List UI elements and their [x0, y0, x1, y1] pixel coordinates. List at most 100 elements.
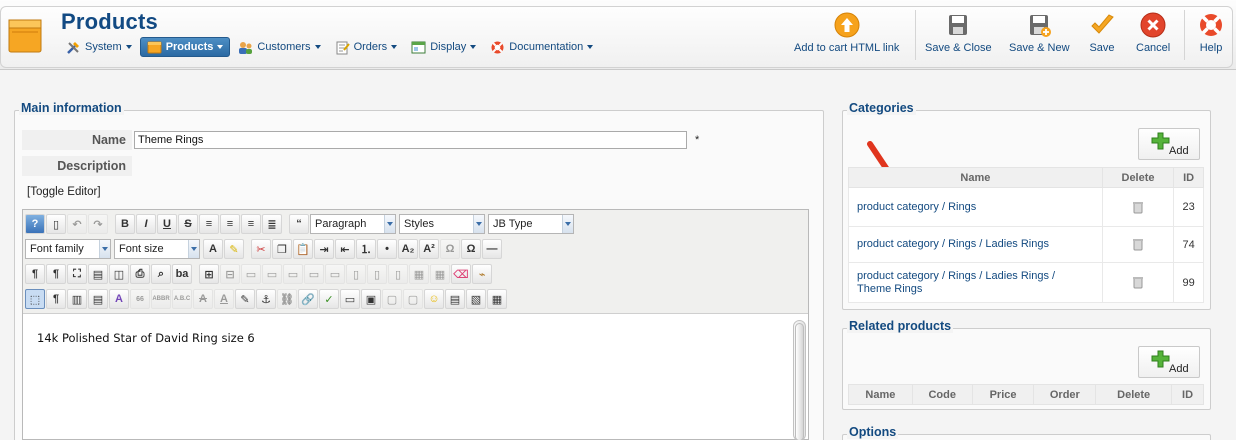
styleprops-icon[interactable]: A: [109, 289, 129, 309]
row-after-icon[interactable]: ▭: [304, 264, 324, 284]
new-document-icon[interactable]: ▯: [46, 214, 66, 234]
blockquote-icon[interactable]: “: [289, 214, 309, 234]
replace-icon[interactable]: ba: [172, 264, 192, 284]
bullet-list-icon[interactable]: •: [377, 239, 397, 259]
cite-icon[interactable]: 66: [130, 289, 150, 309]
align-left-icon[interactable]: ≡: [199, 214, 219, 234]
toggle-editor-link[interactable]: [Toggle Editor]: [27, 186, 101, 198]
text-color-icon[interactable]: A: [203, 239, 223, 259]
outdent-icon[interactable]: ⇤: [335, 239, 355, 259]
col-after-icon[interactable]: ▯: [367, 264, 387, 284]
media-icon[interactable]: ▢: [403, 289, 423, 309]
ins-icon[interactable]: A: [214, 289, 234, 309]
search-binoculars-icon[interactable]: ⌕: [151, 264, 171, 284]
row-props-icon[interactable]: ▭: [241, 264, 261, 284]
redo-icon[interactable]: ↷: [88, 214, 108, 234]
type-select[interactable]: JB Type: [488, 214, 574, 234]
row-before-icon[interactable]: ▭: [283, 264, 303, 284]
save-close-button[interactable]: Save & Close: [925, 12, 992, 54]
fullscreen-icon[interactable]: ⛶: [67, 264, 87, 284]
iframe-icon[interactable]: ▣: [361, 289, 381, 309]
indent-icon[interactable]: ⇥: [314, 239, 334, 259]
category-link[interactable]: product category / Rings / Ladies Rings: [849, 238, 1102, 251]
insert-table-icon[interactable]: ⊞: [199, 264, 219, 284]
add-related-product-button[interactable]: Add: [1138, 346, 1200, 378]
move-layer-icon[interactable]: ▤: [88, 289, 108, 309]
add-to-cart-html-link-button[interactable]: Add to cart HTML link: [794, 12, 899, 54]
add-category-button[interactable]: Add: [1138, 128, 1200, 160]
emoticon-icon[interactable]: ☺: [424, 289, 444, 309]
font-size-select[interactable]: Font size: [114, 239, 200, 259]
strikethrough-icon[interactable]: S: [178, 214, 198, 234]
align-center-icon[interactable]: ≡: [220, 214, 240, 234]
help-button[interactable]: Help: [1198, 12, 1224, 54]
rtl-paragraph-icon[interactable]: ¶: [46, 264, 66, 284]
editor-scrollbar-thumb[interactable]: [795, 323, 804, 440]
menu-orders[interactable]: Orders: [329, 37, 404, 57]
trash-icon[interactable]: [1133, 238, 1144, 251]
page-break-icon[interactable]: ▭: [340, 289, 360, 309]
show-blocks-icon[interactable]: ¶: [46, 289, 66, 309]
preview-icon[interactable]: ◫: [109, 264, 129, 284]
subscript-icon[interactable]: A₂: [398, 239, 418, 259]
copy-icon[interactable]: ❐: [272, 239, 292, 259]
delete-col-icon[interactable]: ▯: [388, 264, 408, 284]
del-icon[interactable]: A: [193, 289, 213, 309]
image-icon[interactable]: ▢: [382, 289, 402, 309]
underline-icon[interactable]: U: [157, 214, 177, 234]
undo-icon[interactable]: ↶: [67, 214, 87, 234]
split-cells-icon[interactable]: ▦: [409, 264, 429, 284]
abbr-icon[interactable]: ABBR: [151, 289, 171, 309]
help-circle-icon[interactable]: ?: [25, 214, 45, 234]
spellcheck-icon[interactable]: ✓: [319, 289, 339, 309]
superscript-icon[interactable]: A²: [419, 239, 439, 259]
save-button[interactable]: Save: [1089, 12, 1115, 54]
merge-cells-icon[interactable]: ▦: [430, 264, 450, 284]
font-family-select[interactable]: Font family: [25, 239, 111, 259]
align-justify-icon[interactable]: ≣: [262, 214, 282, 234]
col-before-icon[interactable]: ▯: [346, 264, 366, 284]
cancel-button[interactable]: Cancel: [1136, 12, 1170, 54]
trash-icon[interactable]: [1133, 276, 1144, 289]
eraser-icon[interactable]: ⌫: [451, 264, 471, 284]
category-link[interactable]: product category / Rings: [849, 201, 1102, 214]
italic-icon[interactable]: I: [136, 214, 156, 234]
delete-table-icon[interactable]: ⊟: [220, 264, 240, 284]
delete-row-icon[interactable]: ▭: [325, 264, 345, 284]
menu-customers[interactable]: Customers: [232, 37, 326, 57]
numbered-list-icon[interactable]: ⒈: [356, 239, 376, 259]
bold-icon[interactable]: B: [115, 214, 135, 234]
print-icon[interactable]: ⎙: [130, 264, 150, 284]
format-select[interactable]: Paragraph: [310, 214, 396, 234]
clean-broom-icon[interactable]: ⌁: [472, 264, 492, 284]
link-icon[interactable]: 🔗: [298, 289, 318, 309]
align-right-icon[interactable]: ≡: [241, 214, 261, 234]
insert-file-icon[interactable]: ▤: [445, 289, 465, 309]
cell-props-icon[interactable]: ▭: [262, 264, 282, 284]
name-input[interactable]: [134, 131, 687, 149]
editor-scrollbar[interactable]: [793, 320, 806, 440]
menu-products[interactable]: Products: [139, 37, 231, 57]
category-link[interactable]: product category / Rings / Ladies Rings …: [849, 270, 1089, 296]
special-char-icon[interactable]: Ω: [440, 239, 460, 259]
horizontal-rule-icon[interactable]: —: [482, 239, 502, 259]
menu-display[interactable]: Display: [405, 37, 482, 57]
insert-layer-icon[interactable]: ▥: [67, 289, 87, 309]
unlink-icon[interactable]: ⛓: [277, 289, 297, 309]
acronym-icon[interactable]: A.B.C: [172, 289, 192, 309]
insert-video-icon[interactable]: ▦: [487, 289, 507, 309]
editor-content[interactable]: 14k Polished Star of David Ring size 6: [37, 331, 255, 345]
attributes-icon[interactable]: ✎: [235, 289, 255, 309]
template-icon[interactable]: ▤: [88, 264, 108, 284]
save-new-button[interactable]: Save & New: [1009, 12, 1070, 54]
insert-image-icon[interactable]: ▧: [466, 289, 486, 309]
ltr-paragraph-icon[interactable]: ¶: [25, 264, 45, 284]
menu-documentation[interactable]: Documentation: [484, 37, 599, 57]
menu-system[interactable]: System: [60, 37, 138, 57]
highlight-color-icon[interactable]: ✎: [224, 239, 244, 259]
trash-icon[interactable]: [1133, 201, 1144, 214]
cut-icon[interactable]: ✂: [251, 239, 271, 259]
omega-icon[interactable]: Ω: [461, 239, 481, 259]
anchor-icon[interactable]: ⚓: [256, 289, 276, 309]
styles-select[interactable]: Styles: [399, 214, 485, 234]
